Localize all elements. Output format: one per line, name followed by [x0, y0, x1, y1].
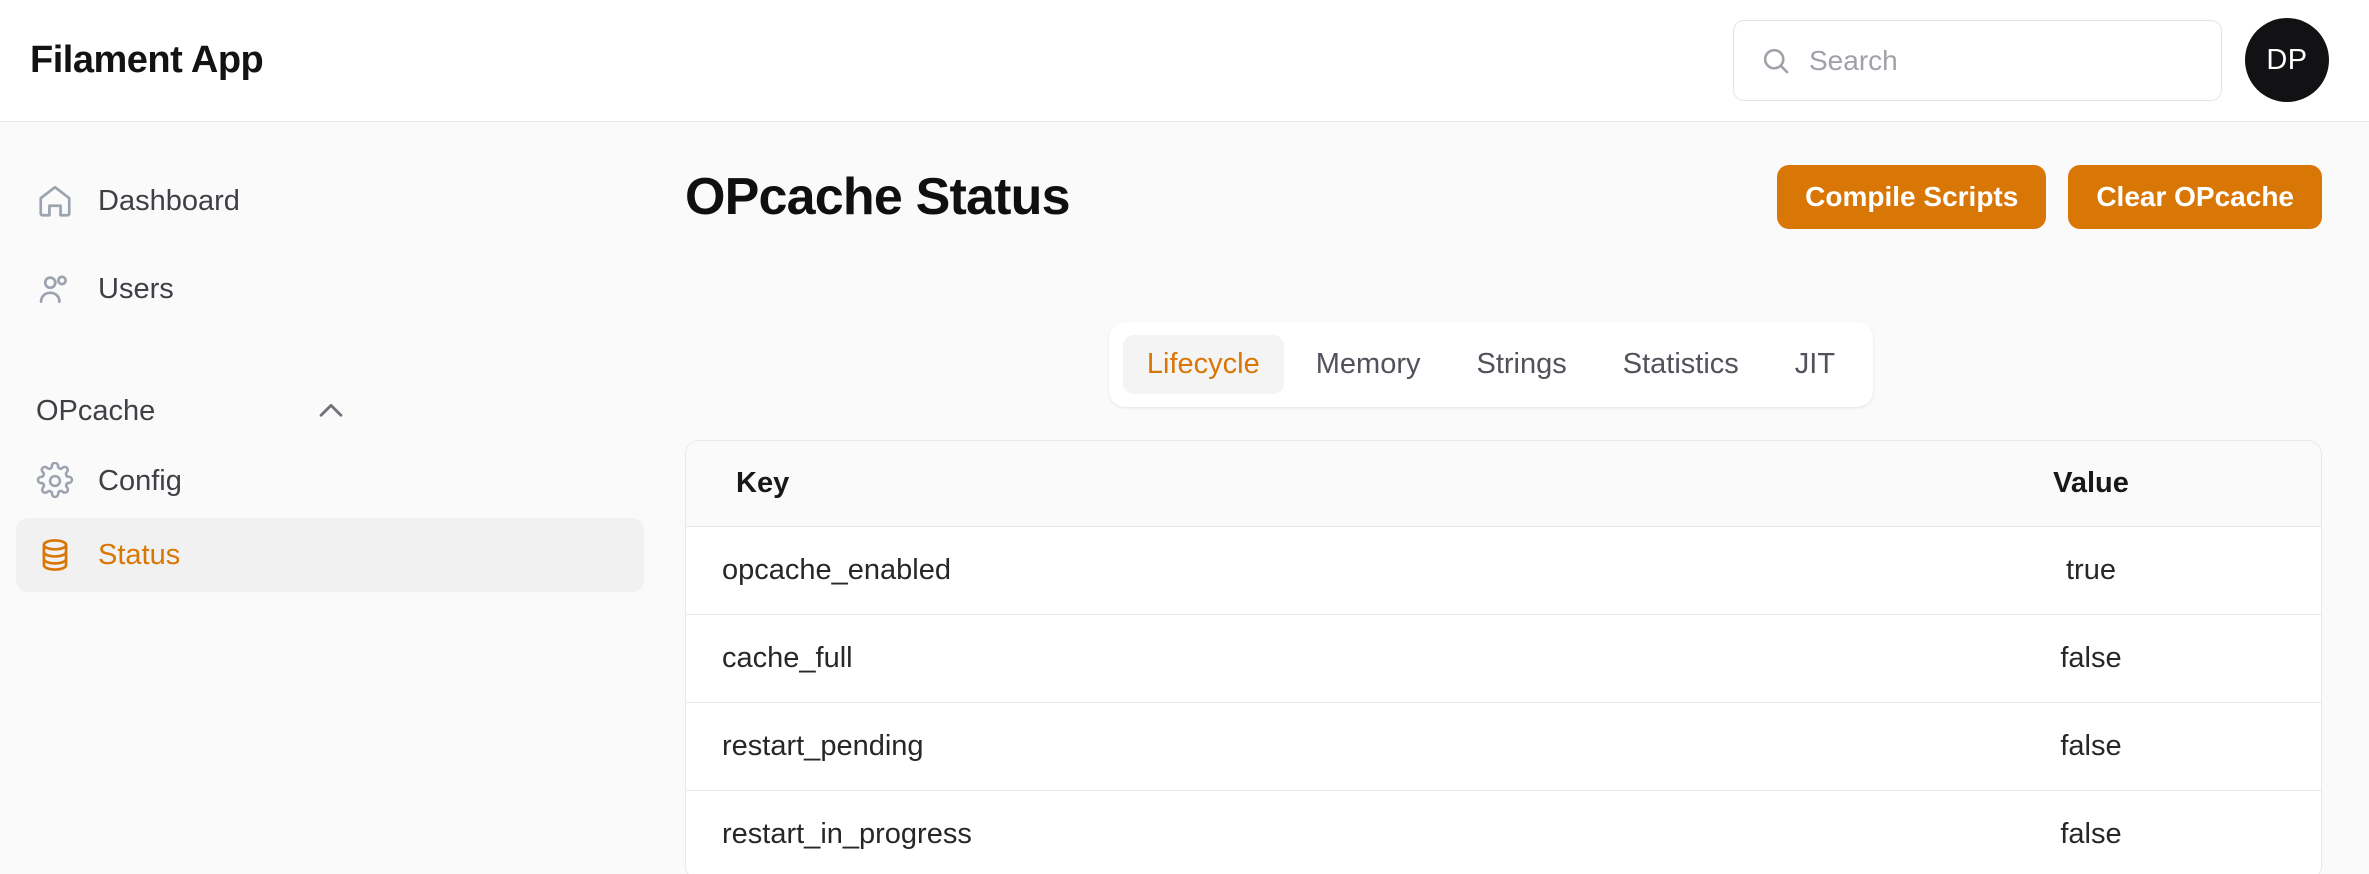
clear-opcache-button[interactable]: Clear OPcache	[2068, 165, 2322, 229]
sidebar-item-label: Dashboard	[98, 184, 240, 217]
tabs: Lifecycle Memory Strings Statistics JIT	[1108, 322, 1874, 407]
row-value: true	[1861, 526, 2321, 615]
header-actions: Compile Scripts Clear OPcache	[1777, 165, 2322, 229]
gear-icon	[36, 462, 74, 500]
tab-lifecycle[interactable]: Lifecycle	[1122, 335, 1284, 394]
row-key: opcache_enabled	[686, 526, 1861, 615]
row-key: restart_in_progress	[686, 790, 1861, 874]
table-row: restart_pending false	[686, 702, 2321, 791]
status-table-card: Key Value opcache_enabled true cache_ful…	[685, 440, 2322, 874]
compile-scripts-button[interactable]: Compile Scripts	[1777, 165, 2047, 229]
table-row: opcache_enabled true	[686, 526, 2321, 615]
table-head: Key Value	[686, 441, 2321, 527]
page-title: OPcache Status	[685, 168, 1071, 226]
main-content: OPcache Status Compile Scripts Clear OPc…	[660, 122, 2369, 874]
status-table: Key Value opcache_enabled true cache_ful…	[686, 441, 2321, 874]
row-key: cache_full	[686, 614, 1861, 703]
sidebar-group-label: OPcache	[36, 394, 156, 427]
sidebar-item-config[interactable]: Config	[16, 444, 644, 518]
topbar: Filament App DP	[0, 0, 2369, 122]
table-row: cache_full false	[686, 614, 2321, 703]
sidebar-item-label: Users	[98, 272, 174, 305]
sidebar-item-status[interactable]: Status	[16, 518, 644, 592]
column-header-key: Key	[686, 441, 1861, 527]
sidebar-group-opcache[interactable]: OPcache	[36, 386, 630, 436]
row-key: restart_pending	[686, 702, 1861, 791]
tab-memory[interactable]: Memory	[1292, 335, 1445, 394]
sidebar: Dashboard Users OPcache Config Status	[0, 122, 660, 874]
sidebar-item-label: Status	[98, 538, 181, 571]
tab-strings[interactable]: Strings	[1452, 335, 1590, 394]
tab-statistics[interactable]: Statistics	[1599, 335, 1763, 394]
sidebar-item-users[interactable]: Users	[16, 252, 644, 326]
row-value: false	[1861, 790, 2321, 874]
avatar-initials: DP	[2266, 43, 2308, 76]
table-row: restart_in_progress false	[686, 790, 2321, 874]
users-icon	[36, 270, 74, 308]
home-icon	[36, 182, 74, 220]
search-field[interactable]	[1733, 20, 2222, 101]
sidebar-item-label: Config	[98, 464, 182, 497]
tabs-container: Lifecycle Memory Strings Statistics JIT	[660, 322, 2322, 407]
avatar[interactable]: DP	[2245, 18, 2329, 102]
table-body: opcache_enabled true cache_full false re…	[686, 526, 2321, 874]
row-value: false	[1861, 702, 2321, 791]
chevron-up-icon[interactable]	[314, 394, 348, 428]
search-icon	[1760, 45, 1791, 76]
database-icon	[36, 536, 74, 574]
column-header-value: Value	[1861, 441, 2321, 527]
search-input[interactable]	[1809, 21, 2209, 100]
table-header-row: Key Value	[686, 441, 2321, 527]
tab-jit[interactable]: JIT	[1771, 335, 1859, 394]
row-value: false	[1861, 614, 2321, 703]
app-brand-title: Filament App	[30, 39, 264, 81]
app-root: Filament App DP Dashboard	[0, 0, 2369, 874]
sidebar-item-dashboard[interactable]: Dashboard	[16, 164, 644, 238]
page-header: OPcache Status Compile Scripts Clear OPc…	[685, 152, 2322, 242]
